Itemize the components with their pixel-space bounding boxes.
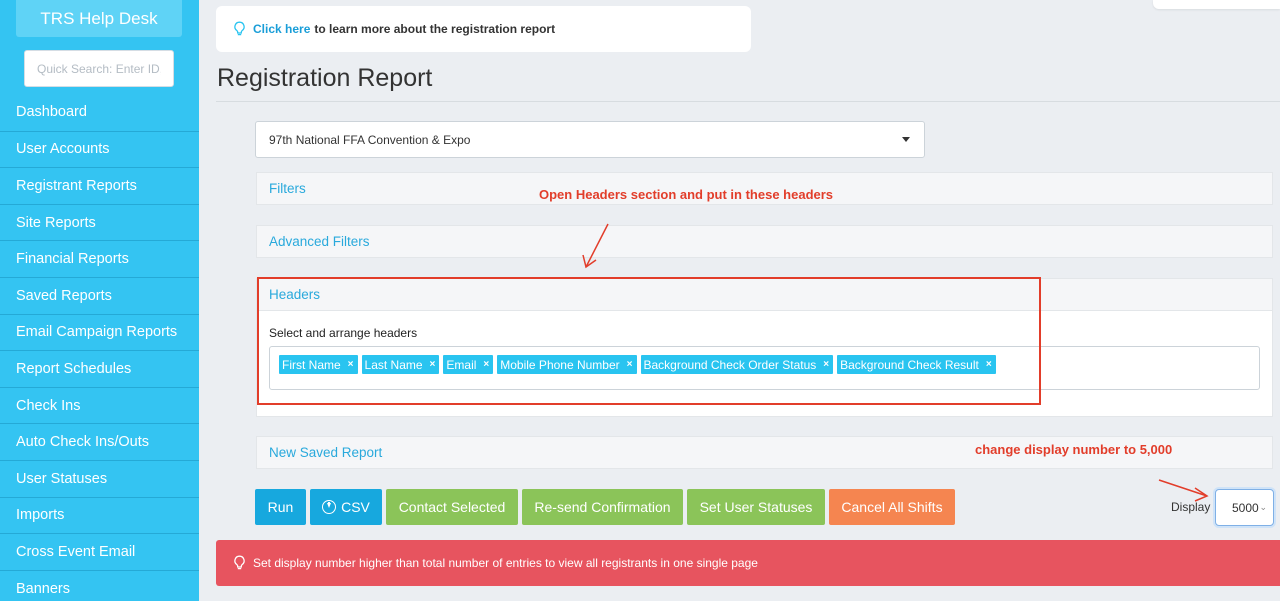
display-count-select[interactable]: 5000 ⌄ — [1215, 489, 1274, 526]
brand-logo[interactable]: TRS Help Desk — [16, 0, 182, 37]
sidebar-item-registrant-reports[interactable]: Registrant Reports — [0, 167, 199, 204]
remove-tag-icon[interactable]: × — [627, 359, 633, 370]
header-tag-label: Email — [446, 357, 477, 372]
display-hint-alert: Set display number higher than total num… — [216, 540, 1280, 586]
sidebar-item-email-campaign-reports[interactable]: Email Campaign Reports — [0, 313, 199, 351]
title-divider — [216, 101, 1280, 102]
csv-button-label: CSV — [341, 499, 370, 515]
download-icon — [322, 500, 337, 514]
resend-confirmation-button[interactable]: Re-send Confirmation — [522, 489, 683, 525]
event-select-value: 97th National FFA Convention & Expo — [269, 132, 471, 147]
sidebar-item-user-accounts[interactable]: User Accounts — [0, 130, 199, 168]
header-tag-background-check-order-status[interactable]: Background Check Order Status × — [640, 355, 834, 374]
sidebar: TRS Help Desk Dashboard User Accounts Re… — [0, 0, 199, 601]
remove-tag-icon[interactable]: × — [348, 359, 354, 370]
headers-tag-input[interactable]: First Name × Last Name × Email × Mobile Pho… — [269, 346, 1260, 390]
remove-tag-icon[interactable]: × — [986, 359, 992, 370]
sidebar-item-banners[interactable]: Banners — [0, 569, 199, 601]
header-tag-label: First Name — [282, 357, 341, 372]
sidebar-item-site-reports[interactable]: Site Reports — [0, 203, 199, 241]
sidebar-item-financial-reports[interactable]: Financial Reports — [0, 240, 199, 277]
top-right-panel-edge — [1153, 0, 1280, 9]
header-tag-label: Background Check Order Status — [643, 357, 817, 372]
sidebar-item-dashboard[interactable]: Dashboard — [0, 94, 199, 131]
header-tag-background-check-result[interactable]: Background Check Result × — [837, 355, 996, 374]
display-count-value: 5000 — [1232, 500, 1259, 515]
sidebar-item-auto-check-ins-outs[interactable]: Auto Check Ins/Outs — [0, 423, 199, 460]
caret-down-icon — [902, 137, 910, 142]
header-tag-last-name[interactable]: Last Name × — [361, 355, 440, 374]
lightbulb-icon — [234, 21, 245, 36]
csv-button[interactable]: CSV — [310, 489, 382, 525]
advanced-filters-panel-header[interactable]: Advanced Filters — [256, 225, 1273, 258]
sidebar-item-report-schedules[interactable]: Report Schedules — [0, 350, 199, 387]
sidebar-item-user-statuses[interactable]: User Statuses — [0, 459, 199, 497]
learn-more-text: to learn more about the registration rep… — [314, 22, 556, 36]
header-tag-label: Background Check Result — [840, 357, 979, 372]
remove-tag-icon[interactable]: × — [823, 359, 829, 370]
cancel-all-shifts-button[interactable]: Cancel All Shifts — [829, 489, 955, 525]
header-tag-label: Mobile Phone Number — [500, 357, 620, 372]
info-card: Click here to learn more about the regis… — [216, 6, 751, 52]
headers-panel-body: Select and arrange headers First Name × L… — [256, 311, 1273, 417]
alert-text: Set display number higher than total num… — [253, 556, 758, 570]
run-button[interactable]: Run — [255, 489, 306, 525]
set-user-statuses-button[interactable]: Set User Statuses — [687, 489, 825, 525]
header-tag-label: Last Name — [364, 357, 423, 372]
sidebar-item-cross-event-email[interactable]: Cross Event Email — [0, 533, 199, 570]
event-select[interactable]: 97th National FFA Convention & Expo — [255, 121, 925, 158]
page-title: Registration Report — [217, 64, 433, 92]
sidebar-item-saved-reports[interactable]: Saved Reports — [0, 276, 199, 314]
headers-tag-list: First Name × Last Name × Email × Mobile Pho… — [279, 355, 1000, 374]
headers-select-label: Select and arrange headers — [269, 326, 418, 340]
chevron-down-icon: ⌄ — [1259, 502, 1267, 512]
sidebar-item-check-ins[interactable]: Check Ins — [0, 386, 199, 424]
annotation-headers-note: Open Headers section and put in these he… — [539, 187, 834, 202]
display-label: Display — [1171, 500, 1211, 514]
quick-search-input[interactable] — [24, 50, 174, 87]
headers-panel-header[interactable]: Headers — [256, 278, 1273, 311]
lightbulb-icon — [234, 555, 245, 570]
contact-selected-button[interactable]: Contact Selected — [386, 489, 518, 525]
header-tag-mobile-phone-number[interactable]: Mobile Phone Number × — [497, 355, 637, 374]
sidebar-item-imports[interactable]: Imports — [0, 496, 199, 534]
sidebar-nav: Dashboard User Accounts Registrant Repor… — [0, 94, 199, 601]
header-tag-first-name[interactable]: First Name × — [279, 355, 358, 374]
learn-more-link[interactable]: Click here — [253, 22, 310, 36]
header-tag-email[interactable]: Email × — [443, 355, 494, 374]
remove-tag-icon[interactable]: × — [430, 359, 436, 370]
annotation-display-note: change display number to 5,000 — [975, 442, 1173, 457]
remove-tag-icon[interactable]: × — [483, 359, 489, 370]
